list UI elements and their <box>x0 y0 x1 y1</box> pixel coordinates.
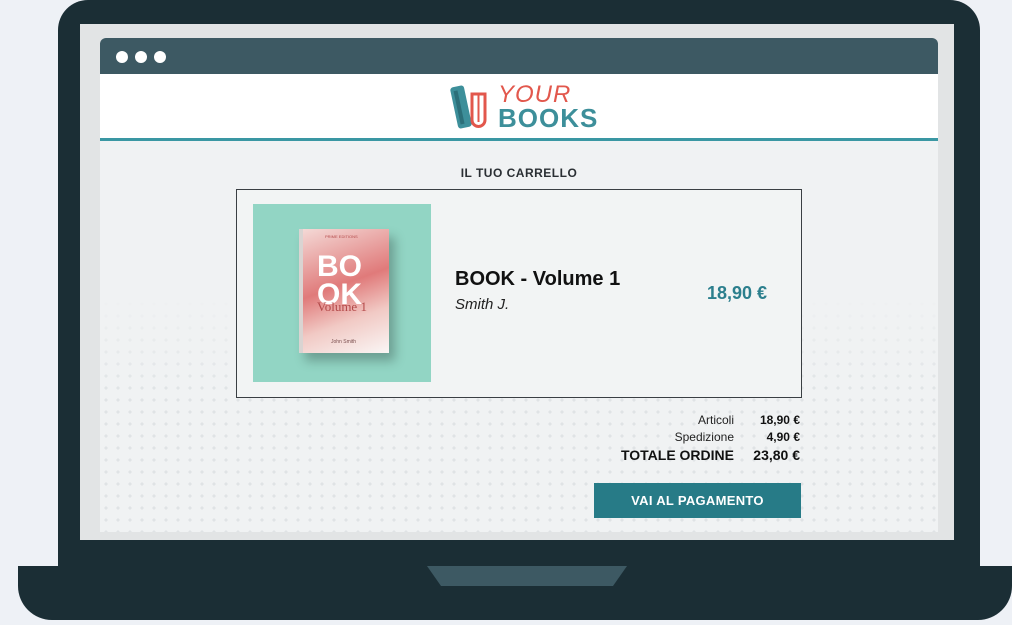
total-value: 23,80 € <box>753 447 800 463</box>
item-author: Smith J. <box>455 296 510 313</box>
cover-series: PRIME EDITIONS <box>325 234 358 239</box>
window-dot-icon[interactable] <box>135 51 147 63</box>
cover-author: John Smith <box>331 339 357 345</box>
shipping-label: Spedizione <box>674 430 734 444</box>
cart-item: PRIME EDITIONS BO OK Volume 1 John Smith … <box>236 189 802 398</box>
window-dot-icon[interactable] <box>154 51 166 63</box>
logo-text-books: BOOKS <box>498 103 599 133</box>
laptop-notch <box>427 566 627 586</box>
laptop-base <box>18 566 1012 620</box>
summary-row-total: TOTALE ORDINE 23,80 € <box>500 447 800 469</box>
browser-window: YOUR BOOKS IL TUO CARRELLO PRIME EDITION… <box>100 38 938 532</box>
site-logo[interactable]: YOUR BOOKS <box>445 82 605 132</box>
summary-row-articles: Articoli 18,90 € <box>500 413 800 430</box>
window-dot-icon[interactable] <box>116 51 128 63</box>
order-summary: Articoli 18,90 € Spedizione 4,90 € TOTAL… <box>500 413 800 469</box>
browser-title-bar <box>100 38 938 74</box>
total-label: TOTALE ORDINE <box>620 447 734 463</box>
book-cover: PRIME EDITIONS BO OK Volume 1 John Smith <box>299 229 389 353</box>
books-logo-icon <box>450 85 487 129</box>
book-cover-image[interactable]: PRIME EDITIONS BO OK Volume 1 John Smith <box>253 204 431 382</box>
cover-subtitle: Volume 1 <box>317 299 367 314</box>
summary-row-shipping: Spedizione 4,90 € <box>500 430 800 447</box>
articles-value: 18,90 € <box>759 413 800 427</box>
shipping-value: 4,90 € <box>766 430 800 444</box>
articles-label: Articoli <box>697 413 734 427</box>
site-header: YOUR BOOKS <box>100 74 938 141</box>
item-price: 18,90 € <box>707 283 768 303</box>
item-title[interactable]: BOOK - Volume 1 <box>455 268 620 291</box>
cart-title: IL TUO CARRELLO <box>460 166 578 180</box>
checkout-button[interactable]: VAI AL PAGAMENTO <box>594 483 801 518</box>
